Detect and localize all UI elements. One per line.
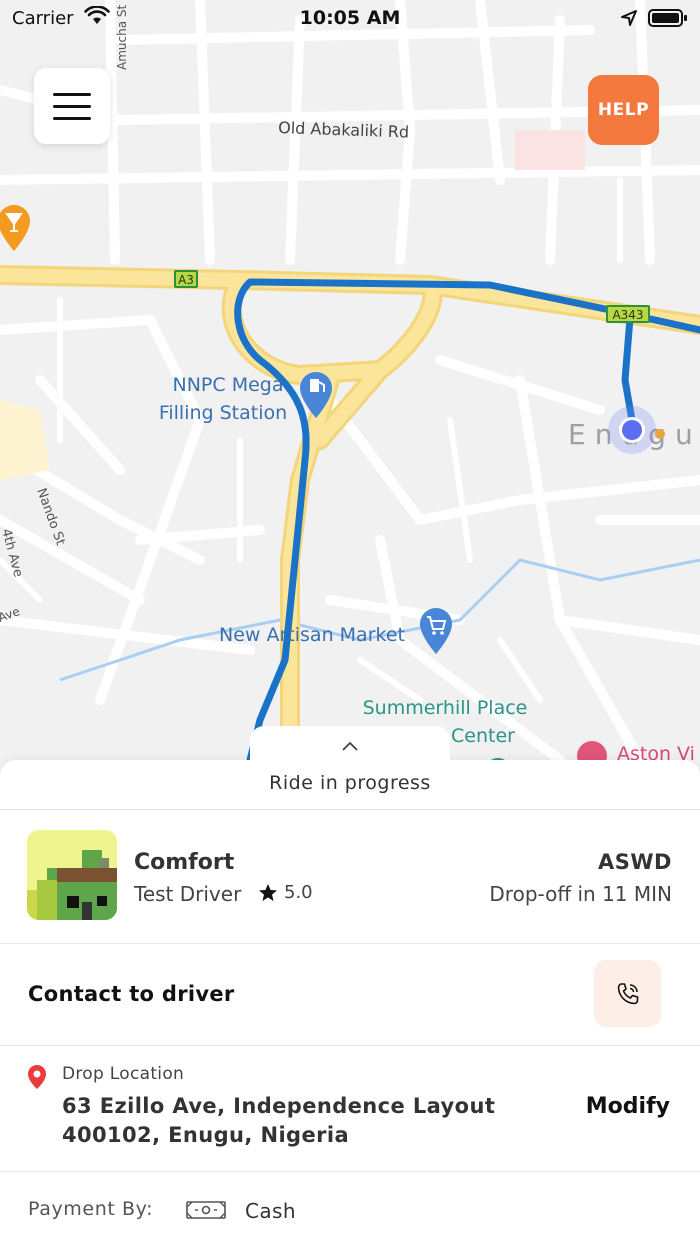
modify-button[interactable]: Modify	[586, 1094, 670, 1119]
status-indicators	[620, 8, 688, 28]
road-shield-a3: A3	[178, 273, 194, 287]
place-label-market: New Artisan Market	[219, 624, 405, 646]
clock: 10:05 AM	[299, 7, 401, 29]
hamburger-menu-icon	[53, 92, 91, 96]
rating-value: 5.0	[284, 882, 313, 903]
chevron-up-icon	[342, 741, 358, 751]
cash-icon	[186, 1201, 226, 1219]
place-label-nnpc-2: Filling Station	[159, 402, 287, 424]
divider	[0, 809, 700, 810]
ride-status: Ride in progress	[269, 772, 431, 794]
menu-button[interactable]	[34, 68, 110, 144]
phone-call-icon	[617, 982, 638, 1004]
dropoff-eta: Drop-off in 11 MIN	[489, 882, 672, 906]
car-type: Comfort	[134, 850, 235, 875]
battery-icon	[648, 9, 687, 27]
place-label-summerhill-1: Summerhill Place	[363, 697, 528, 719]
location-pin-icon	[28, 1065, 46, 1089]
driver-name: Test Driver	[134, 882, 242, 906]
vehicle-plate: ASWD	[598, 850, 672, 874]
payment-row: Payment By: Cash	[0, 1172, 700, 1244]
call-driver-button[interactable]	[594, 960, 661, 1027]
drop-location-address: 63 Ezillo Ave, Independence Layout 40010…	[62, 1094, 496, 1147]
place-label-summerhill-2: Center	[451, 725, 515, 747]
contact-driver-row[interactable]: Contact to driver	[0, 944, 700, 1044]
sheet-expand-handle[interactable]	[250, 726, 450, 766]
pixel-avatar-image	[27, 830, 117, 920]
payment-label: Payment By:	[28, 1198, 154, 1220]
drop-location-row: Drop Location 63 Ezillo Ave, Independenc…	[0, 1046, 700, 1170]
status-bar: Carrier 10:05 AM	[0, 0, 700, 38]
help-button[interactable]: HELP	[588, 75, 659, 145]
driver-info-row: Comfort Test Driver 5.0 ASWD Drop-off in…	[0, 812, 700, 942]
shopping-cart-icon[interactable]	[420, 608, 452, 654]
driver-avatar	[27, 830, 117, 920]
contact-driver-label: Contact to driver	[28, 982, 235, 1006]
hamburger-menu-icon-bar	[53, 104, 91, 108]
star-icon	[259, 883, 277, 901]
place-label-nnpc-1: NNPC Mega	[173, 374, 284, 396]
bar-icon[interactable]	[0, 205, 30, 251]
driver-rating: 5.0	[258, 882, 313, 903]
payment-method: Cash	[245, 1199, 296, 1223]
drop-location-label: Drop Location	[62, 1064, 185, 1084]
location-arrow-icon	[621, 10, 637, 26]
hamburger-menu-icon-bar	[53, 116, 91, 120]
road-shield-a343: A343	[612, 308, 643, 322]
